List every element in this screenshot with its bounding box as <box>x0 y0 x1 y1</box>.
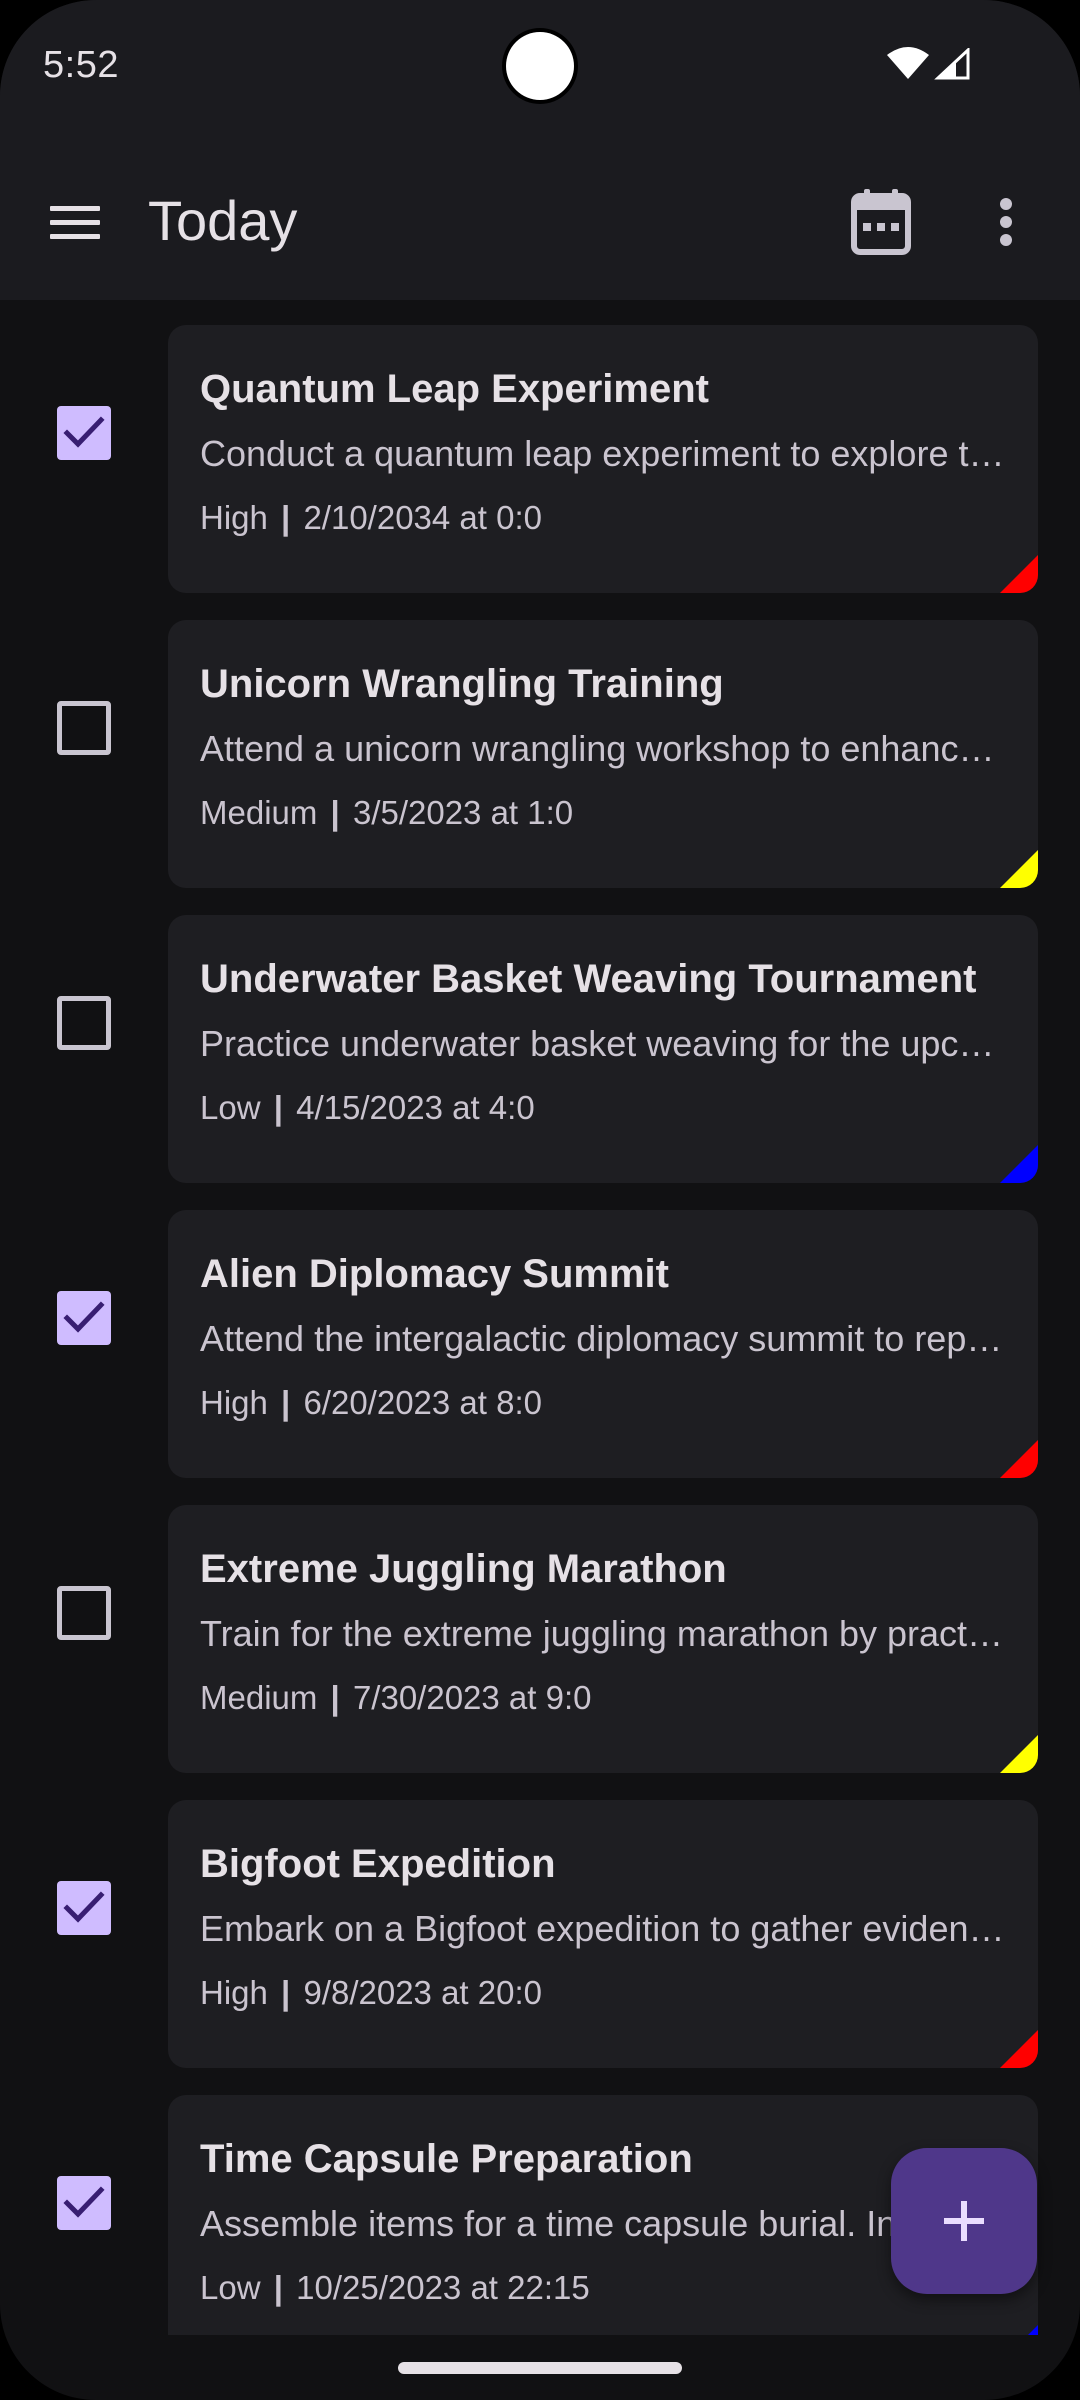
add-icon <box>944 2201 984 2241</box>
task-datetime: 3/5/2023 at 1:0 <box>352 794 574 831</box>
task-meta: Medium | 7/30/2023 at 9:0 <box>200 1679 592 1717</box>
task-priority: Low <box>200 1089 261 1126</box>
task-priority: Medium <box>200 1679 318 1716</box>
meta-separator: | <box>271 1384 300 1421</box>
camera-cutout <box>506 32 574 100</box>
task-priority: High <box>200 1384 268 1421</box>
task-row: Bigfoot Expedition Embark on a Bigfoot ex… <box>0 1775 1080 2068</box>
phone-screen: 5:52 Today Quantum Leap Experiment Condu… <box>0 0 1080 2400</box>
add-task-button[interactable] <box>891 2148 1037 2294</box>
task-description: Attend the intergalactic diplomacy summi… <box>200 1318 1010 1359</box>
task-description: Embark on a Bigfoot expedition to gather… <box>200 1908 1010 1949</box>
task-title: Time Capsule Preparation <box>200 2137 693 2181</box>
task-card[interactable]: Unicorn Wrangling Training Attend a unico… <box>168 620 1038 888</box>
check-icon <box>63 416 105 448</box>
task-title: Extreme Juggling Marathon <box>200 1547 727 1591</box>
task-row: Alien Diplomacy Summit Attend the interga… <box>0 1185 1080 1478</box>
task-priority: High <box>200 499 268 536</box>
top-app-bar: Today <box>0 135 1080 300</box>
priority-color-indicator <box>1000 2030 1038 2068</box>
task-datetime: 9/8/2023 at 20:0 <box>303 1974 542 2011</box>
task-card[interactable]: Bigfoot Expedition Embark on a Bigfoot ex… <box>168 1800 1038 2068</box>
task-datetime: 4/15/2023 at 4:0 <box>296 1089 535 1126</box>
wifi-icon <box>887 47 929 79</box>
task-row: Quantum Leap Experiment Conduct a quantum… <box>0 300 1080 593</box>
meta-separator: | <box>264 1089 293 1126</box>
task-card[interactable]: Alien Diplomacy Summit Attend the interga… <box>168 1210 1038 1478</box>
task-title: Unicorn Wrangling Training <box>200 662 724 706</box>
task-datetime: 2/10/2034 at 0:0 <box>303 499 542 536</box>
check-icon <box>63 2186 105 2218</box>
status-bar: 5:52 <box>0 0 1080 135</box>
task-title: Underwater Basket Weaving Tournament <box>200 957 977 1001</box>
task-priority: Medium <box>200 794 318 831</box>
priority-color-indicator <box>1000 850 1038 888</box>
task-title: Quantum Leap Experiment <box>200 367 709 411</box>
task-priority: High <box>200 1974 268 2011</box>
task-description: Conduct a quantum leap experiment to exp… <box>200 433 1010 474</box>
task-checkbox[interactable] <box>57 1881 111 1935</box>
status-time: 5:52 <box>43 44 119 86</box>
task-description: Assemble items for a time capsule burial… <box>200 2203 1010 2244</box>
task-checkbox[interactable] <box>57 996 111 1050</box>
task-priority: Low <box>200 2269 261 2306</box>
task-checkbox[interactable] <box>57 701 111 755</box>
gesture-nav-handle[interactable] <box>398 2362 682 2374</box>
task-list: Quantum Leap Experiment Conduct a quantum… <box>0 300 1080 2335</box>
meta-separator: | <box>271 499 300 536</box>
meta-separator: | <box>321 794 349 831</box>
task-meta: High | 6/20/2023 at 8:0 <box>200 1384 542 1422</box>
menu-icon[interactable] <box>38 185 112 259</box>
check-icon <box>63 1301 105 1333</box>
priority-color-indicator <box>1000 1440 1038 1478</box>
task-description: Attend a unicorn wrangling workshop to e… <box>200 728 1010 769</box>
task-checkbox[interactable] <box>57 1291 111 1345</box>
meta-separator: | <box>264 2269 293 2306</box>
task-checkbox[interactable] <box>57 406 111 460</box>
task-meta: High | 9/8/2023 at 20:0 <box>200 1974 542 2012</box>
priority-color-indicator <box>1000 555 1038 593</box>
check-icon <box>63 1891 105 1923</box>
task-meta: Low | 10/25/2023 at 22:15 <box>200 2269 590 2307</box>
task-datetime: 10/25/2023 at 22:15 <box>296 2269 590 2306</box>
task-row: Underwater Basket Weaving Tournament Prac… <box>0 890 1080 1183</box>
task-row: Extreme Juggling Marathon Train for the e… <box>0 1480 1080 1773</box>
task-datetime: 6/20/2023 at 8:0 <box>303 1384 542 1421</box>
task-description: Train for the extreme juggling marathon … <box>200 1613 1010 1654</box>
task-meta: Medium | 3/5/2023 at 1:0 <box>200 794 573 832</box>
task-description: Practice underwater basket weaving for t… <box>200 1023 1010 1064</box>
task-meta: High | 2/10/2034 at 0:0 <box>200 499 542 537</box>
signal-icon <box>934 48 970 80</box>
task-card[interactable]: Quantum Leap Experiment Conduct a quantum… <box>168 325 1038 593</box>
task-checkbox[interactable] <box>57 2176 111 2230</box>
task-row: Unicorn Wrangling Training Attend a unico… <box>0 595 1080 888</box>
meta-separator: | <box>271 1974 300 2011</box>
priority-color-indicator <box>1000 1735 1038 1773</box>
task-card[interactable]: Underwater Basket Weaving Tournament Prac… <box>168 915 1038 1183</box>
task-title: Alien Diplomacy Summit <box>200 1252 669 1296</box>
priority-color-indicator <box>1000 2325 1038 2335</box>
more-vert-icon[interactable] <box>976 185 1036 259</box>
task-datetime: 7/30/2023 at 9:0 <box>352 1679 592 1716</box>
task-checkbox[interactable] <box>57 1586 111 1640</box>
task-card[interactable]: Extreme Juggling Marathon Train for the e… <box>168 1505 1038 1773</box>
task-title: Bigfoot Expedition <box>200 1842 556 1886</box>
meta-separator: | <box>321 1679 349 1716</box>
calendar-icon[interactable] <box>846 187 916 257</box>
task-meta: Low | 4/15/2023 at 4:0 <box>200 1089 535 1127</box>
page-title: Today <box>148 189 298 252</box>
priority-color-indicator <box>1000 1145 1038 1183</box>
